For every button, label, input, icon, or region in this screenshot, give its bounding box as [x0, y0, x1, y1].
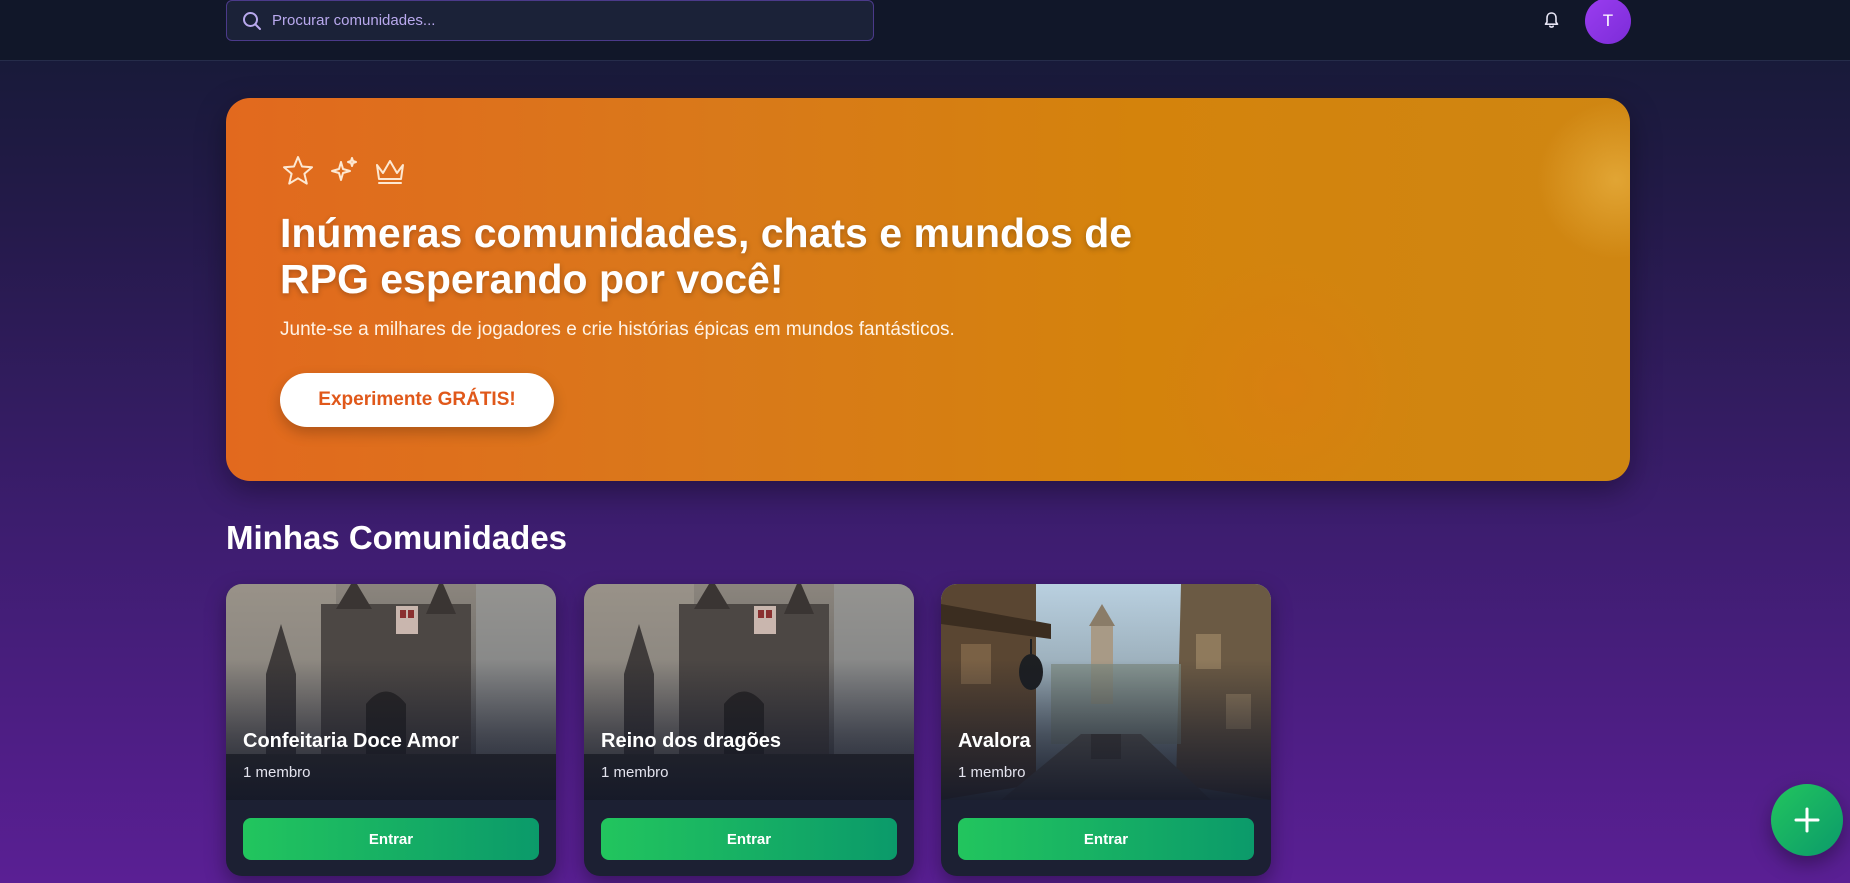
crown-icon [372, 153, 408, 189]
community-name: Confeitaria Doce Amor [243, 730, 459, 752]
enter-button[interactable]: Entrar [958, 818, 1254, 860]
bell-icon[interactable] [1540, 9, 1562, 31]
top-bar: T [0, 0, 1850, 61]
create-community-button[interactable] [1771, 784, 1843, 856]
avatar-initial: T [1602, 11, 1614, 30]
enter-button[interactable]: Entrar [601, 818, 897, 860]
hero-subtitle: Junte-se a milhares de jogadores e crie … [280, 319, 955, 340]
hero-icon-row [280, 153, 408, 189]
try-free-button[interactable]: Experimente GRÁTIS! [280, 373, 554, 427]
search-icon [240, 9, 264, 33]
hero-glow [1156, 258, 1416, 481]
hero-banner: Inúmeras comunidades, chats e mundos de … [226, 98, 1630, 481]
hero-title: Inúmeras comunidades, chats e mundos de … [280, 210, 1133, 302]
community-card[interactable]: Avalora 1 membro Entrar [941, 584, 1271, 876]
star-icon [280, 153, 316, 189]
community-image: Confeitaria Doce Amor 1 membro [226, 584, 556, 800]
sparkles-icon [326, 153, 362, 189]
community-name: Reino dos dragões [601, 730, 782, 752]
enter-button[interactable]: Entrar [243, 818, 539, 860]
community-members: 1 membro [243, 764, 311, 781]
community-members: 1 membro [601, 764, 669, 781]
section-title: Minhas Comunidades [226, 519, 568, 556]
community-card[interactable]: Confeitaria Doce Amor 1 membro Entrar [226, 584, 556, 876]
community-image: Reino dos dragões 1 membro [584, 584, 914, 800]
community-name: Avalora [958, 730, 1031, 752]
community-card[interactable]: Reino dos dragões 1 membro Entrar [584, 584, 914, 876]
search-input[interactable] [272, 12, 852, 29]
search-box[interactable] [226, 0, 874, 41]
community-image: Avalora 1 membro [941, 584, 1271, 800]
hero-glow [1536, 100, 1630, 260]
plus-icon [1794, 807, 1820, 833]
community-members: 1 membro [958, 764, 1026, 781]
avatar[interactable]: T [1585, 0, 1631, 44]
